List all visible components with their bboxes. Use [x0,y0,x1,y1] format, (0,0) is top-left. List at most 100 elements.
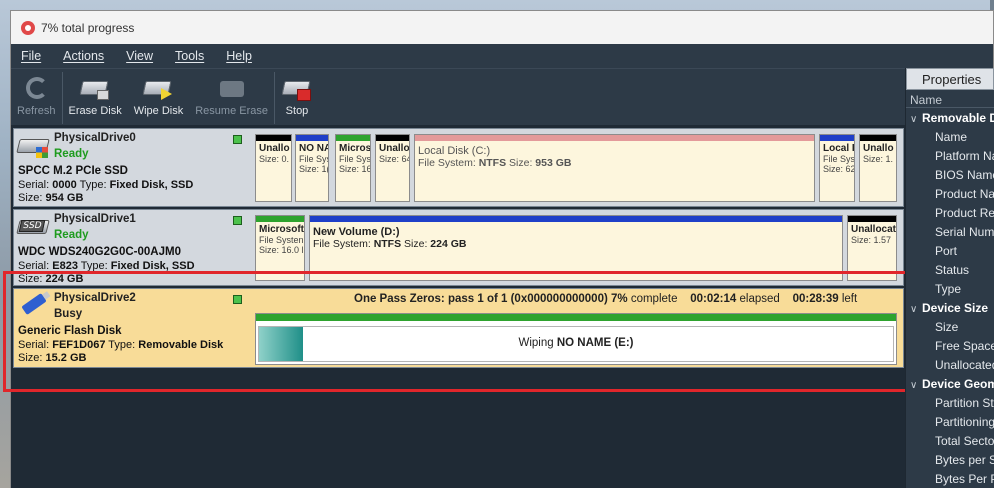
status-led-icon [233,216,242,225]
chevron-down-icon: ∨ [910,380,918,391]
partition-bar [256,314,896,321]
partition-block[interactable]: Local D File SysSize: 62 [819,134,855,202]
ssd-drive-icon: SSD [16,216,50,240]
property-item[interactable]: Total Sectors [906,431,994,450]
erase-disk-button[interactable]: Erase Disk [63,69,128,127]
wipe-status-text: Wiping NO NAME (E:) [518,337,634,349]
property-item[interactable]: Type [906,279,994,298]
drive-name: PhysicalDrive2 [54,292,136,304]
partition-name: Local Disk (C:) [418,145,491,157]
partition-name: Micros [339,143,371,154]
property-item[interactable]: Partitioning [906,412,994,431]
partition-name: NO NA [299,143,329,154]
partition-info: File System: NTFS Size: 953 GB [418,157,572,169]
partition-name: Local D [823,143,854,154]
erase-disk-icon [79,75,111,101]
drive-row-physicaldrive0[interactable]: PhysicalDrive0 Ready SPCC M.2 PCIe SSD S… [13,128,904,207]
wipe-partition-block[interactable]: Wiping NO NAME (E:) [255,313,897,365]
partition-block[interactable]: Unallo Size: 0. [255,134,292,202]
menu-view[interactable]: View [126,49,153,63]
title-bar: 7% total progress [11,11,993,44]
refresh-label: Refresh [17,105,56,117]
partition-block[interactable]: Microsoft File Systen Size: 16.0 l [255,215,305,281]
drive-row-physicaldrive2[interactable]: PhysicalDrive2 Busy Generic Flash Disk S… [13,288,904,368]
partition-block[interactable]: NO NA File Sys Size: 1( [295,134,329,202]
property-item[interactable]: Serial Number [906,222,994,241]
property-item[interactable]: Bytes Per Physical [906,469,994,488]
partition-block[interactable]: Unallo Size: 1. [859,134,897,202]
properties-title[interactable]: Properties [906,68,994,90]
menu-bar: File Actions View Tools Help [11,44,993,68]
stop-button[interactable]: Stop [275,69,319,127]
property-group[interactable]: ∨ Device Size [906,298,994,317]
wipe-progress-bar: Wiping NO NAME (E:) [258,326,894,362]
resume-erase-icon [216,75,248,101]
property-item[interactable]: Partition Style [906,393,994,412]
properties-column-header[interactable]: Name [906,90,994,108]
partition-info: Size: 0. [259,154,290,164]
property-item[interactable]: Product Name [906,184,994,203]
property-item[interactable]: Name [906,127,994,146]
partition-info: File Sys Size: 16 [339,154,371,174]
drive-status: Busy [54,308,83,320]
property-item[interactable]: Unallocated [906,355,994,374]
wipe-disk-button[interactable]: Wipe Disk [128,69,190,127]
partition-name: Unallocat [851,224,897,235]
drive-size: Size: 15.2 GB [18,352,87,364]
window-title: 7% total progress [41,20,135,35]
property-group[interactable]: ∨ Device Geometry [906,374,994,393]
drive-name: PhysicalDrive0 [54,132,136,144]
partition-block[interactable]: Unallocat Size: 1.57 [847,215,897,281]
chevron-down-icon: ∨ [910,114,918,125]
drive-row-physicaldrive1[interactable]: SSD PhysicalDrive1 Ready WDC WDS240G2G0C… [13,209,904,286]
property-item[interactable]: Platform Name [906,146,994,165]
partition-info: File Sys Size: 1( [299,154,329,174]
menu-help[interactable]: Help [226,49,252,63]
partition-info: Size: 1.57 [851,235,892,245]
partition-block-d[interactable]: New Volume (D:) File System: NTFS Size: … [309,215,843,281]
drive-size: Size: 224 GB [18,273,84,285]
property-item[interactable]: Product Revision [906,203,994,222]
partition-info: Size: 1. [863,154,894,164]
status-led-icon [233,295,242,304]
drive-info: SSD PhysicalDrive1 Ready WDC WDS240G2G0C… [14,210,252,285]
refresh-icon [26,77,49,99]
property-group-label: Device Geometry [922,377,994,391]
partition-block[interactable]: Unallo Size: 64 [375,134,410,202]
partition-name: Unallo [863,143,894,154]
resume-erase-button[interactable]: Resume Erase [189,69,274,127]
partition-info: File Sys Size: 62 [823,154,855,174]
disk-list: PhysicalDrive0 Ready SPCC M.2 PCIe SSD S… [11,125,905,488]
properties-list: ∨ Removable Disk NamePlatform NameBIOS Nam… [906,108,994,488]
drive-status: Ready [54,229,89,241]
toolbar: Refresh Erase Disk Wipe Disk Resume Eras… [11,68,906,126]
property-item[interactable]: Size [906,317,994,336]
refresh-button[interactable]: Refresh [11,69,62,127]
drive-size: Size: 954 GB [18,192,84,204]
property-item[interactable]: Status [906,260,994,279]
menu-file[interactable]: File [21,49,41,63]
property-group[interactable]: ∨ Removable Disk [906,108,994,127]
drive-model: Generic Flash Disk [18,325,122,337]
menu-tools[interactable]: Tools [175,49,204,63]
erase-disk-label: Erase Disk [68,105,122,117]
property-item[interactable]: BIOS Name [906,165,994,184]
partition-info: Size: 64 [379,154,410,164]
partition-block-c[interactable]: Local Disk (C:) File System: NTFS Size: … [414,134,815,202]
partition-name: Unallo [379,143,410,154]
property-group-label: Removable Disk [922,111,994,125]
property-item[interactable]: Free Space [906,336,994,355]
property-item[interactable]: Bytes per Sector [906,450,994,469]
drive-serial: Serial: 0000 Type: Fixed Disk, SSD [18,179,194,191]
drive-name: PhysicalDrive1 [54,213,136,225]
ssd-drive-icon [16,135,50,159]
partition-name: New Volume (D:) [313,226,400,238]
property-item[interactable]: Port [906,241,994,260]
drive-model: SPCC M.2 PCIe SSD [18,165,128,177]
partition-block[interactable]: Micros File Sys Size: 16 [335,134,371,202]
wipe-disk-label: Wipe Disk [133,105,184,117]
properties-panel: Properties Name ∨Removable DiskNamePlatf… [905,68,994,488]
menu-actions[interactable]: Actions [63,49,104,63]
stop-icon [281,75,313,101]
drive-serial: Serial: E823 Type: Fixed Disk, SSD [18,260,195,272]
